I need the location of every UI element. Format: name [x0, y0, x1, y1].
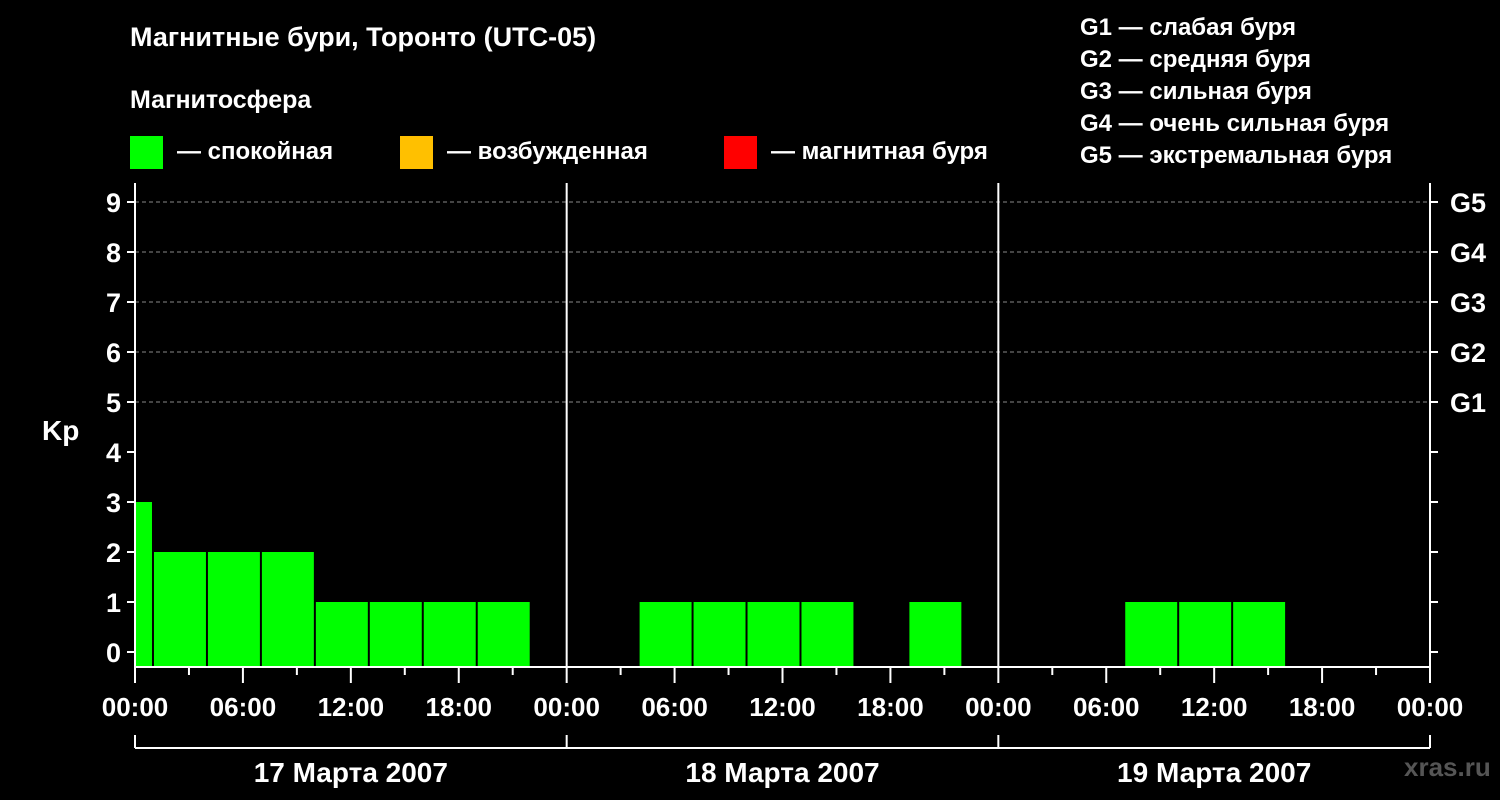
day-label: 19 Марта 2007 — [1117, 757, 1311, 788]
g-level-label: G2 — [1450, 338, 1486, 368]
kp-bar — [801, 602, 854, 667]
x-tick-label: 18:00 — [857, 692, 924, 722]
kp-bar — [1233, 602, 1286, 667]
kp-bar — [153, 552, 206, 667]
x-tick-label: 18:00 — [1289, 692, 1356, 722]
x-tick-label: 00:00 — [102, 692, 169, 722]
x-tick-label: 12:00 — [749, 692, 816, 722]
kp-bar — [315, 602, 368, 667]
x-tick-label: 00:00 — [1397, 692, 1464, 722]
kp-bar — [747, 602, 800, 667]
y-axis-label: Kp — [42, 415, 79, 446]
kp-bar — [639, 602, 692, 667]
y-tick-label: 5 — [106, 388, 121, 418]
x-tick-label: 06:00 — [641, 692, 708, 722]
day-label: 18 Марта 2007 — [685, 757, 879, 788]
kp-bar — [261, 552, 314, 667]
watermark: xras.ru — [1404, 752, 1491, 782]
y-tick-label: 7 — [106, 288, 121, 318]
x-tick-label: 18:00 — [426, 692, 493, 722]
y-tick-label: 6 — [106, 338, 121, 368]
kp-bar — [423, 602, 476, 667]
g-level-label: G4 — [1450, 238, 1486, 268]
x-tick-label: 00:00 — [533, 692, 600, 722]
y-tick-label: 2 — [106, 538, 121, 568]
x-tick-label: 06:00 — [1073, 692, 1140, 722]
y-tick-label: 0 — [106, 638, 121, 668]
x-tick-label: 12:00 — [1181, 692, 1248, 722]
x-tick-label: 06:00 — [210, 692, 277, 722]
g-level-label: G5 — [1450, 188, 1486, 218]
y-tick-label: 3 — [106, 488, 121, 518]
kp-bar — [369, 602, 422, 667]
kp-bar — [693, 602, 746, 667]
kp-bar — [207, 552, 260, 667]
y-tick-label: 1 — [106, 588, 121, 618]
x-tick-label: 12:00 — [318, 692, 385, 722]
y-tick-label: 9 — [106, 188, 121, 218]
y-tick-label: 8 — [106, 238, 121, 268]
kp-bar — [909, 602, 962, 667]
g-level-label: G1 — [1450, 388, 1486, 418]
g-level-label: G3 — [1450, 288, 1486, 318]
kp-bar — [1179, 602, 1232, 667]
y-tick-label: 4 — [106, 438, 121, 468]
day-label: 17 Марта 2007 — [254, 757, 448, 788]
kp-bar — [477, 602, 530, 667]
kp-chart: 0 1 2 3 4 5 6 7 8 9 G1 G2 G3 G4 G5 Kp 00:00 06:00 12:00 18:… — [42, 183, 1486, 788]
x-tick-label: 00:00 — [965, 692, 1032, 722]
kp-bar — [136, 502, 152, 667]
kp-bar — [1125, 602, 1178, 667]
